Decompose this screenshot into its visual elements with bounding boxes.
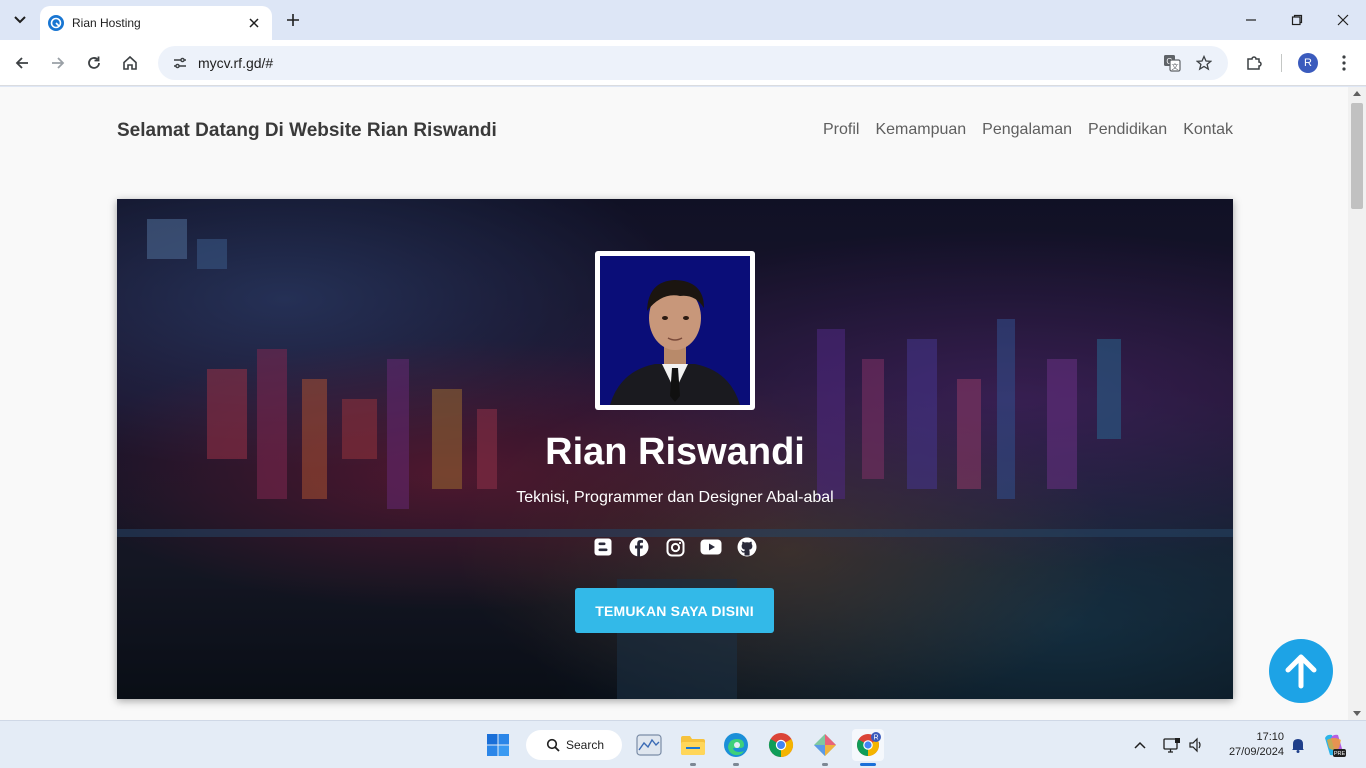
windows-taskbar: Search R 17:10 27/09/2024 PRE xyxy=(0,720,1366,768)
home-icon[interactable] xyxy=(116,49,144,77)
browser-tab[interactable]: Rian Hosting xyxy=(40,6,272,40)
nav-link-kemampuan[interactable]: Kemampuan xyxy=(875,121,966,139)
hero-tagline: Teknisi, Programmer dan Designer Abal-ab… xyxy=(516,489,834,506)
svg-text:R: R xyxy=(873,735,878,742)
reload-icon[interactable] xyxy=(80,49,108,77)
back-to-top-button[interactable] xyxy=(1269,639,1333,703)
tab-search-chevron-icon[interactable] xyxy=(8,8,32,32)
restore-icon[interactable] xyxy=(1274,6,1320,34)
chrome-active-indicator xyxy=(860,763,876,766)
site-nav: Profil Kemampuan Pengalaman Pendidikan K… xyxy=(823,121,1233,139)
windows-start-icon[interactable] xyxy=(482,729,514,761)
facebook-icon[interactable] xyxy=(627,536,651,558)
svg-text:文: 文 xyxy=(1172,62,1179,71)
chrome-profile-icon[interactable]: R xyxy=(852,729,884,761)
toolbar-divider xyxy=(1281,54,1282,72)
forward-arrow-icon[interactable] xyxy=(44,49,72,77)
widgets-chart-icon[interactable] xyxy=(633,729,665,761)
search-icon xyxy=(546,738,560,752)
blogger-icon[interactable] xyxy=(591,536,615,558)
diamond-app-running-indicator xyxy=(822,763,828,766)
notification-bell-icon[interactable] xyxy=(1289,736,1307,754)
new-tab-plus-icon[interactable] xyxy=(282,9,304,31)
explorer-running-indicator xyxy=(690,763,696,766)
hero-banner: Rian Riswandi Teknisi, Programmer dan De… xyxy=(117,199,1233,699)
clock-time: 17:10 xyxy=(1256,731,1284,743)
browser-toolbar: mycv.rf.gd/# G文 R xyxy=(0,40,1366,86)
scroll-up-arrow-icon[interactable] xyxy=(1353,91,1361,96)
edge-browser-icon[interactable] xyxy=(720,729,752,761)
chrome-icon[interactable] xyxy=(765,729,797,761)
social-links xyxy=(591,536,759,558)
nav-link-kontak[interactable]: Kontak xyxy=(1183,121,1233,139)
scroll-down-arrow-icon[interactable] xyxy=(1353,711,1361,716)
profile-photo xyxy=(595,251,755,410)
profile-avatar[interactable]: R xyxy=(1298,53,1318,73)
site-settings-icon[interactable] xyxy=(170,53,190,73)
back-arrow-icon[interactable] xyxy=(8,49,36,77)
system-clock[interactable]: 17:10 27/09/2024 xyxy=(1214,730,1284,760)
minimize-icon[interactable] xyxy=(1228,6,1274,34)
arrow-up-icon xyxy=(1285,654,1317,689)
youtube-icon[interactable] xyxy=(699,536,723,558)
volume-icon[interactable] xyxy=(1187,736,1205,754)
copilot-icon[interactable]: PRE xyxy=(1319,730,1349,760)
browser-tab-bar: Rian Hosting xyxy=(0,0,1366,40)
site-brand[interactable]: Selamat Datang Di Website Rian Riswandi xyxy=(117,120,497,142)
edge-running-indicator xyxy=(733,763,739,766)
diamond-app-icon[interactable] xyxy=(809,729,841,761)
nav-link-profil[interactable]: Profil xyxy=(823,121,859,139)
find-me-button[interactable]: TEMUKAN SAYA DISINI xyxy=(575,588,774,633)
nav-link-pendidikan[interactable]: Pendidikan xyxy=(1088,121,1167,139)
svg-text:PRE: PRE xyxy=(1334,751,1346,757)
tray-overflow-chevron-icon[interactable] xyxy=(1131,736,1149,754)
instagram-icon[interactable] xyxy=(663,536,687,558)
close-window-icon[interactable] xyxy=(1320,6,1366,34)
url-text: mycv.rf.gd/# xyxy=(198,55,274,71)
network-icon[interactable] xyxy=(1163,736,1181,754)
hero-name: Rian Riswandi xyxy=(545,431,805,473)
more-menu-icon[interactable] xyxy=(1333,52,1355,74)
page-scrollbar[interactable] xyxy=(1348,87,1366,720)
taskbar-search-label: Search xyxy=(566,738,605,752)
file-explorer-icon[interactable] xyxy=(677,729,709,761)
page-viewport: Selamat Datang Di Website Rian Riswandi … xyxy=(0,87,1348,720)
github-icon[interactable] xyxy=(735,536,759,558)
bookmark-star-icon[interactable] xyxy=(1194,53,1214,73)
site-favicon-icon xyxy=(48,15,64,31)
tab-title: Rian Hosting xyxy=(72,16,141,30)
nav-link-pengalaman[interactable]: Pengalaman xyxy=(982,121,1072,139)
clock-date: 27/09/2024 xyxy=(1228,746,1284,758)
taskbar-search[interactable]: Search xyxy=(526,730,622,760)
scroll-thumb[interactable] xyxy=(1351,103,1363,209)
tab-close-icon[interactable] xyxy=(246,15,262,31)
address-bar[interactable]: mycv.rf.gd/# G文 xyxy=(158,46,1228,80)
extensions-puzzle-icon[interactable] xyxy=(1243,52,1265,74)
translate-icon[interactable]: G文 xyxy=(1162,53,1182,73)
